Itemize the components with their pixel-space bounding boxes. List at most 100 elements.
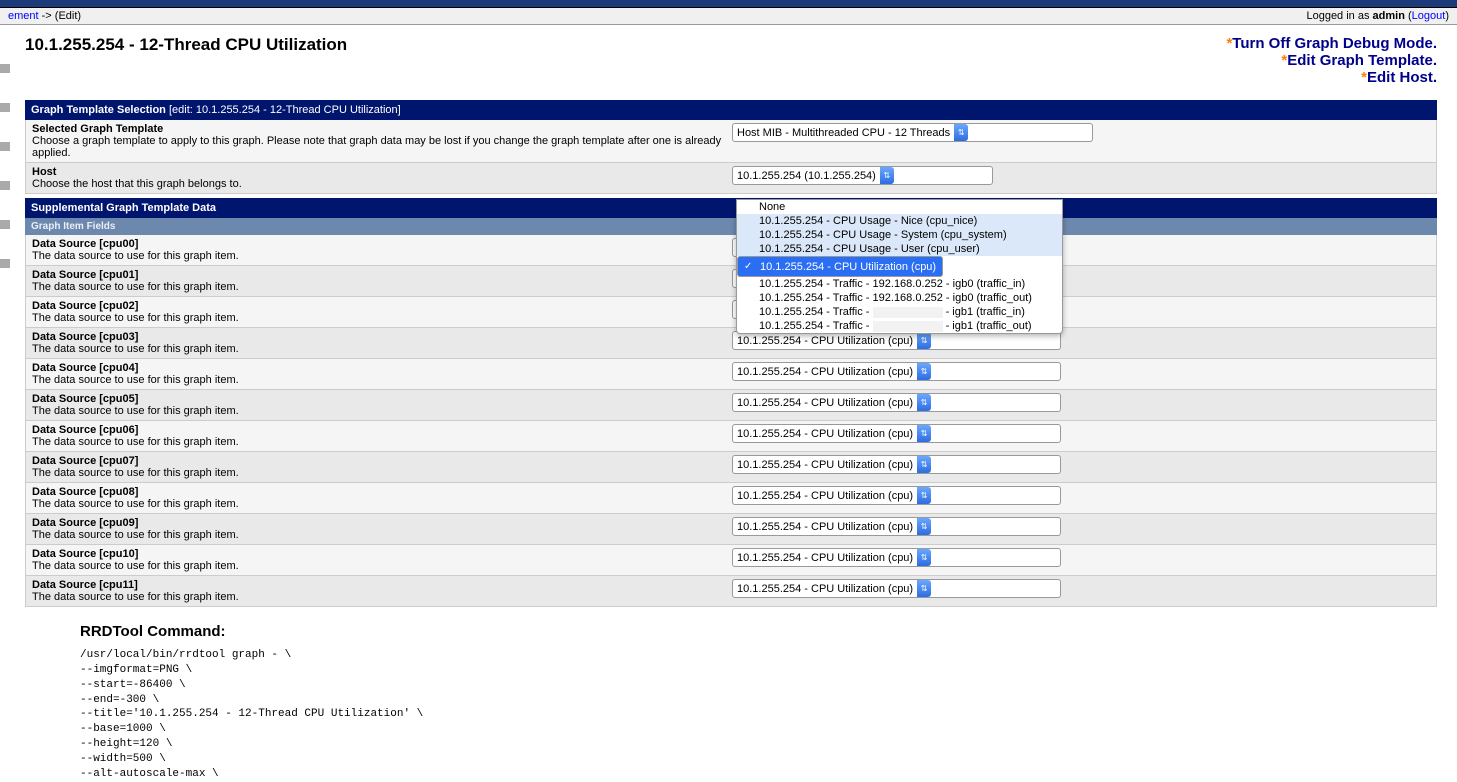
dropdown-option[interactable]: 10.1.255.254 - Traffic - 192.168.0.252 -… [737,277,1062,291]
dropdown-option[interactable]: 10.1.255.254 - Traffic - - igb1 (traffic… [737,319,1062,333]
data-source-row: Data Source [cpu01]The data source to us… [25,266,1437,297]
field-desc: The data source to use for this graph it… [32,250,732,262]
rrd-command-heading: RRDTool Command: [80,623,1437,640]
chevron-updown-icon: ⇅ [917,580,931,597]
data-source-row: Data Source [cpu09]The data source to us… [25,514,1437,545]
data-source-row: Data Source [cpu10]The data source to us… [25,545,1437,576]
nav-stub[interactable] [0,220,10,229]
data-source-row: Data Source [cpu08]The data source to us… [25,483,1437,514]
breadcrumb-arrow: -> [39,10,55,22]
chevron-updown-icon: ⇅ [880,167,894,184]
data-source-row: Data Source [cpu02]The data source to us… [25,297,1437,328]
select-value: 10.1.255.254 - CPU Utilization (cpu) [737,428,913,440]
chevron-updown-icon: ⇅ [917,487,931,504]
field-label: Data Source [cpu03] [32,331,732,343]
section-header-template: Graph Template Selection [edit: 10.1.255… [25,100,1437,120]
field-label: Data Source [cpu05] [32,393,732,405]
left-nav-rail [0,34,14,734]
toggle-debug-link[interactable]: Turn Off Graph Debug Mode. [1232,35,1437,52]
nav-stub[interactable] [0,142,10,151]
field-label: Data Source [cpu02] [32,300,732,312]
select-data-source-cpu10[interactable]: 10.1.255.254 - CPU Utilization (cpu) ⇅ [732,548,1061,567]
nav-stub[interactable] [0,181,10,190]
select-value: 10.1.255.254 - CPU Utilization (cpu) [737,490,913,502]
chevron-updown-icon: ⇅ [917,518,931,535]
field-label: Data Source [cpu00] [32,238,732,250]
dropdown-option[interactable]: None [737,200,1062,214]
field-desc: The data source to use for this graph it… [32,467,732,479]
select-host[interactable]: 10.1.255.254 (10.1.255.254) ⇅ [732,166,993,185]
select-value: 10.1.255.254 - CPU Utilization (cpu) [737,397,913,409]
edit-host-link[interactable]: Edit Host. [1367,69,1437,86]
redacted-text [873,321,943,332]
field-label: Data Source [cpu09] [32,517,732,529]
action-links: *Turn Off Graph Debug Mode. *Edit Graph … [1226,35,1437,86]
redacted-text [873,307,943,318]
chevron-updown-icon: ⇅ [917,456,931,473]
chevron-updown-icon: ⇅ [917,332,931,349]
field-label: Data Source [cpu01] [32,269,732,281]
field-desc: The data source to use for this graph it… [32,312,732,324]
data-source-row: Data Source [cpu03]The data source to us… [25,328,1437,359]
login-user: admin [1373,10,1405,22]
breadcrumb-current: (Edit) [55,10,81,22]
dropdown-option[interactable]: 10.1.255.254 - CPU Usage - Nice (cpu_nic… [737,214,1062,228]
select-value: Host MIB - Multithreaded CPU - 12 Thread… [737,127,950,139]
field-label: Data Source [cpu04] [32,362,732,374]
login-status: Logged in as admin (Logout) [1306,10,1449,22]
field-label: Data Source [cpu11] [32,579,732,591]
breadcrumb-parent-link[interactable]: ement [8,10,39,22]
form-row: HostChoose the host that this graph belo… [25,163,1437,194]
select-data-source-cpu06[interactable]: 10.1.255.254 - CPU Utilization (cpu) ⇅ [732,424,1061,443]
logout-link[interactable]: Logout [1412,10,1446,22]
rrd-command-text: /usr/local/bin/rrdtool graph - \ --imgfo… [80,648,1437,782]
nav-stub[interactable] [0,64,10,73]
select-value: 10.1.255.254 - CPU Utilization (cpu) [737,552,913,564]
select-value: 10.1.255.254 - CPU Utilization (cpu) [737,459,913,471]
dropdown-option[interactable]: 10.1.255.254 - CPU Usage - User (cpu_use… [737,242,1062,256]
field-label: Data Source [cpu08] [32,486,732,498]
select-data-source-cpu08[interactable]: 10.1.255.254 - CPU Utilization (cpu) ⇅ [732,486,1061,505]
chevron-updown-icon: ⇅ [954,124,968,141]
field-desc: The data source to use for this graph it… [32,560,732,572]
select-data-source-cpu09[interactable]: 10.1.255.254 - CPU Utilization (cpu) ⇅ [732,517,1061,536]
dropdown-option[interactable]: 10.1.255.254 - CPU Utilization (cpu) [737,256,943,277]
select-data-source-cpu07[interactable]: 10.1.255.254 - CPU Utilization (cpu) ⇅ [732,455,1061,474]
data-source-row: Data Source [cpu06]The data source to us… [25,421,1437,452]
dropdown-option[interactable]: 10.1.255.254 - CPU Usage - System (cpu_s… [737,228,1062,242]
field-desc: The data source to use for this graph it… [32,405,732,417]
select-selected-graph-template[interactable]: Host MIB - Multithreaded CPU - 12 Thread… [732,123,1093,142]
field-desc: Choose the host that this graph belongs … [32,178,732,190]
chevron-updown-icon: ⇅ [917,425,931,442]
select-data-source-cpu05[interactable]: 10.1.255.254 - CPU Utilization (cpu) ⇅ [732,393,1061,412]
field-desc: The data source to use for this graph it… [32,591,732,603]
field-label: Host [32,166,732,178]
select-value: 10.1.255.254 - CPU Utilization (cpu) [737,521,913,533]
field-label: Data Source [cpu06] [32,424,732,436]
data-source-row: Data Source [cpu11]The data source to us… [25,576,1437,607]
section-header-supplemental: Supplemental Graph Template Data [25,198,1437,218]
select-data-source-cpu11[interactable]: 10.1.255.254 - CPU Utilization (cpu)⇅ [732,579,1061,598]
field-desc: The data source to use for this graph it… [32,436,732,448]
nav-stub[interactable] [0,259,10,268]
data-source-row: Data Source [cpu04]The data source to us… [25,359,1437,390]
field-label: Data Source [cpu10] [32,548,732,560]
dropdown-option[interactable]: 10.1.255.254 - Traffic - - igb1 (traffic… [737,305,1062,319]
field-label: Data Source [cpu07] [32,455,732,467]
host-dropdown-menu[interactable]: None10.1.255.254 - CPU Usage - Nice (cpu… [736,199,1063,334]
select-data-source-cpu04[interactable]: 10.1.255.254 - CPU Utilization (cpu) ⇅ [732,362,1061,381]
select-value: 10.1.255.254 - CPU Utilization (cpu) [737,366,913,378]
chevron-updown-icon: ⇅ [917,549,931,566]
form-row: Selected Graph TemplateChoose a graph te… [25,120,1437,163]
dropdown-option[interactable]: 10.1.255.254 - Traffic - 192.168.0.252 -… [737,291,1062,305]
chevron-updown-icon: ⇅ [917,363,931,380]
select-value: 10.1.255.254 (10.1.255.254) [737,170,876,182]
data-source-row: Data Source [cpu07]The data source to us… [25,452,1437,483]
chevron-updown-icon: ⇅ [917,394,931,411]
field-desc: The data source to use for this graph it… [32,374,732,386]
nav-stub[interactable] [0,103,10,112]
data-source-row: Data Source [cpu05]The data source to us… [25,390,1437,421]
app-header-bar [0,0,1457,8]
edit-template-link[interactable]: Edit Graph Template. [1287,52,1437,69]
breadcrumb-bar: ement -> (Edit) Logged in as admin (Logo… [0,8,1457,25]
